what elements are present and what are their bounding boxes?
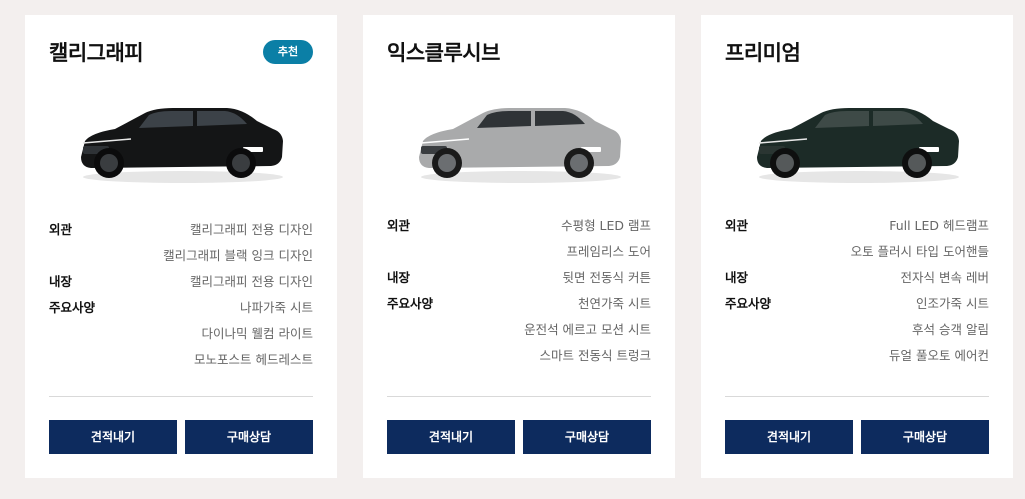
spec-value: 스마트 전동식 트렁크 [539,348,651,363]
divider [387,396,651,397]
car-image[interactable] [751,95,963,185]
spec-label: 내장 [387,270,411,285]
spec-row: 듀얼 풀오토 에어컨 [725,343,989,369]
spec-row: 캘리그래피 블랙 잉크 디자인 [49,243,313,269]
car-image[interactable] [75,95,287,185]
spec-row: 주요사양 천연가죽 시트 [387,291,651,317]
spec-value: Full LED 헤드램프 [889,218,989,233]
spec-value: 전자식 변속 레버 [900,270,989,285]
spec-row: 외관 수평형 LED 램프 [387,213,651,239]
spec-value: 천연가죽 시트 [578,296,651,311]
spec-value: 후석 승객 알림 [912,322,989,337]
spec-row: 내장 전자식 변속 레버 [725,265,989,291]
spec-row: 내장 캘리그래피 전용 디자인 [49,269,313,295]
spec-row: 운전석 에르고 모션 시트 [387,317,651,343]
trim-title: 익스클루시브 [387,41,500,65]
quote-button[interactable]: 견적내기 [387,420,515,454]
spec-label: 외관 [725,218,749,233]
spec-value: 뒷면 전동식 커튼 [562,270,651,285]
spec-value: 모노포스트 헤드레스트 [194,352,313,367]
spec-value: 나파가죽 시트 [240,300,313,315]
spec-value: 듀얼 풀오토 에어컨 [889,348,989,363]
spec-label: 외관 [387,218,411,233]
spec-label: 주요사양 [49,300,96,315]
spec-row: 다이나믹 웰컴 라이트 [49,321,313,347]
trim-card-calligraphy: 캘리그래피 추천 외관 캘리그래피 전용 디자인 캘리그래피 블랙 잉크 디자인… [25,15,337,478]
spec-label: 내장 [49,274,73,289]
spec-value: 다이나믹 웰컴 라이트 [201,326,313,341]
spec-value: 수평형 LED 램프 [561,218,651,233]
purchase-consult-button[interactable]: 구매상담 [861,420,989,454]
trim-card-exclusive: 익스클루시브 외관 수평형 LED 램프 프레임리스 도어 내장 뒷면 전동식 … [363,15,675,478]
trim-card-premium: 프리미엄 외관 Full LED 헤드램프 오토 플러시 타입 도어핸들 내장 … [701,15,1013,478]
spec-label: 외관 [49,222,73,237]
recommended-badge: 추천 [263,40,313,64]
spec-row: 프레임리스 도어 [387,239,651,265]
quote-button[interactable]: 견적내기 [725,420,853,454]
spec-value: 프레임리스 도어 [566,244,651,259]
spec-value: 인조가죽 시트 [916,296,989,311]
spec-value: 오토 플러시 타입 도어핸들 [850,244,989,259]
spec-list: 외관 수평형 LED 램프 프레임리스 도어 내장 뒷면 전동식 커튼 주요사양… [387,213,651,369]
spec-row: 내장 뒷면 전동식 커튼 [387,265,651,291]
spec-value: 캘리그래피 전용 디자인 [190,274,313,289]
spec-list: 외관 Full LED 헤드램프 오토 플러시 타입 도어핸들 내장 전자식 변… [725,213,989,369]
trim-title: 캘리그래피 [49,41,144,65]
spec-row: 외관 캘리그래피 전용 디자인 [49,217,313,243]
spec-label: 내장 [725,270,749,285]
spec-row: 주요사양 인조가죽 시트 [725,291,989,317]
spec-row: 외관 Full LED 헤드램프 [725,213,989,239]
divider [49,396,313,397]
spec-value: 캘리그래피 블랙 잉크 디자인 [163,248,313,263]
spec-row: 스마트 전동식 트렁크 [387,343,651,369]
spec-row: 주요사양 나파가죽 시트 [49,295,313,321]
car-image[interactable] [413,95,625,185]
divider [725,396,989,397]
spec-value: 운전석 에르고 모션 시트 [524,322,651,337]
spec-label: 주요사양 [387,296,434,311]
purchase-consult-button[interactable]: 구매상담 [185,420,313,454]
quote-button[interactable]: 견적내기 [49,420,177,454]
spec-list: 외관 캘리그래피 전용 디자인 캘리그래피 블랙 잉크 디자인 내장 캘리그래피… [49,217,313,373]
spec-row: 후석 승객 알림 [725,317,989,343]
spec-row: 오토 플러시 타입 도어핸들 [725,239,989,265]
spec-label: 주요사양 [725,296,772,311]
purchase-consult-button[interactable]: 구매상담 [523,420,651,454]
spec-row: 모노포스트 헤드레스트 [49,347,313,373]
spec-value: 캘리그래피 전용 디자인 [190,222,313,237]
trim-title: 프리미엄 [725,41,801,65]
